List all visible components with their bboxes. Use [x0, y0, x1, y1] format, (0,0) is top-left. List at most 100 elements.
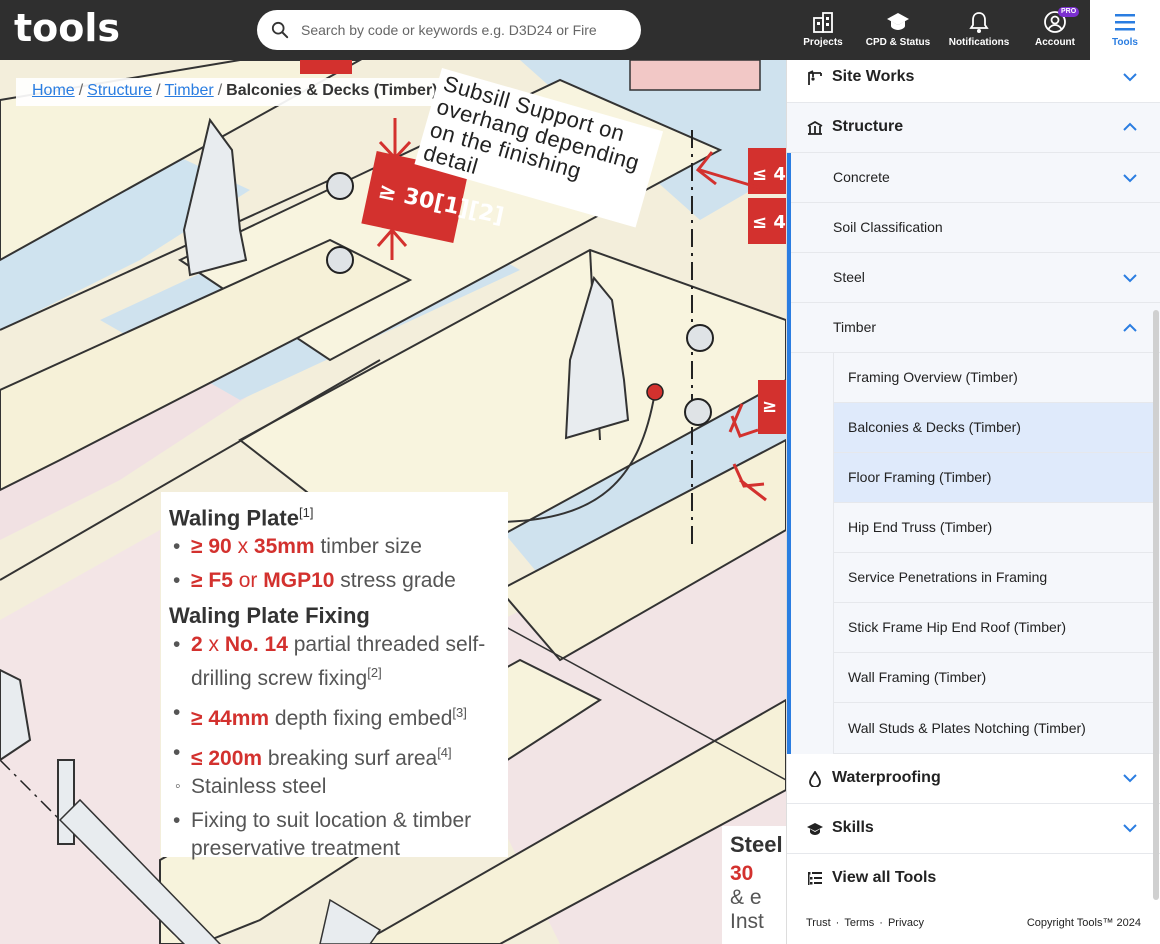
steel-note-line3: Inst [730, 910, 764, 933]
detail-illustration: ≥ 30[1][2] ≤ 4 ≤ 4 ≥ Home / Structure / Timb… [0, 60, 786, 944]
waling-plate-fixing-heading: Waling Plate Fixing [169, 603, 370, 629]
sidebar-item-concrete[interactable]: Concrete [791, 153, 1160, 203]
sidebar-item-label: Framing Overview (Timber) [848, 369, 1018, 385]
sidebar-item-label: Site Works [832, 68, 915, 85]
search-box[interactable] [257, 10, 641, 50]
sidebar-item-wall-studs-notching[interactable]: Wall Studs & Plates Notching (Timber) [833, 703, 1157, 754]
embed-spec: ≥ 44mm depth fixing embed[3] [169, 699, 500, 733]
nav-notifications-button[interactable]: Notifications [944, 0, 1014, 60]
sidebar-item-label: Service Penetrations in Framing [848, 569, 1048, 585]
structure-icon [807, 120, 823, 135]
sidebar-item-label: Structure [832, 118, 904, 135]
breadcrumb-timber-link[interactable]: Timber [165, 82, 214, 99]
nav-account-button[interactable]: PRO Account [1030, 0, 1080, 60]
footer-links: Trust · Terms · Privacy [806, 917, 925, 929]
chevron-up-icon[interactable] [1123, 323, 1137, 333]
search-input[interactable] [301, 18, 621, 42]
top-navigation-bar: tools Projects CPD & Status Notificati [0, 0, 1160, 60]
sidebar-item-label: Concrete [833, 169, 890, 185]
sidebar-item-hip-end-truss[interactable]: Hip End Truss (Timber) [833, 503, 1157, 553]
view-all-tools-label: View all Tools [832, 869, 937, 886]
sidebar-item-label: Skills [832, 819, 874, 836]
breadcrumb-separator: / [78, 82, 84, 99]
breadcrumb-structure-link[interactable]: Structure [87, 82, 152, 99]
droplet-icon [809, 771, 821, 787]
list-icon [808, 872, 822, 885]
breadcrumb-separator: / [156, 82, 161, 99]
nav-account-label: Account [1035, 37, 1075, 48]
sidebar-item-label: Waterproofing [832, 769, 941, 786]
treatment-spec: Fixing to suit location & timber preserv… [169, 807, 500, 863]
footer-link-terms[interactable]: Terms [844, 917, 874, 929]
sidebar-item-label: Timber [833, 319, 877, 335]
sidebar-item-label: Steel [833, 269, 865, 285]
screw-spec: 2 x No. 14 partial threaded self-drillin… [169, 631, 500, 693]
sidebar-item-label: Balconies & Decks (Timber) [848, 419, 1021, 435]
sidebar-item-site-works[interactable]: Site Works [787, 53, 1160, 103]
steel-note-title: Steel [730, 832, 783, 857]
sidebar-item-label: Hip End Truss (Timber) [848, 519, 993, 535]
nav-notifications-label: Notifications [948, 37, 1010, 48]
waling-plate-note: Waling Plate[1] ≥ 90 x 35mm timber size … [161, 492, 508, 860]
footer-link-trust[interactable]: Trust [806, 917, 831, 929]
timber-size-spec: ≥ 90 x 35mm timber size [169, 533, 500, 561]
sidebar-footer: Trust · Terms · Privacy Copyright Tools™ 202… [787, 914, 1160, 942]
bell-icon [969, 12, 989, 33]
waling-plate-heading: Waling Plate[1] [169, 505, 314, 531]
nav-cpd-status-label: CPD & Status [865, 37, 931, 48]
chevron-down-icon[interactable] [1123, 273, 1137, 283]
sidebar-item-label: Wall Studs & Plates Notching (Timber) [848, 720, 1086, 736]
tools-logo[interactable]: tools [14, 8, 124, 48]
sidebar-item-stick-frame-hip-end-roof[interactable]: Stick Frame Hip End Roof (Timber) [833, 603, 1157, 653]
sidebar-item-skills[interactable]: Skills [787, 804, 1160, 854]
sidebar-item-label: Stick Frame Hip End Roof (Timber) [848, 619, 1067, 635]
sidebar-item-timber[interactable]: Timber [791, 303, 1160, 353]
logo-text: tools [14, 8, 120, 48]
sidebar-item-label: Wall Framing (Timber) [848, 669, 987, 685]
search-icon [271, 21, 289, 39]
pro-badge: PRO [1058, 7, 1080, 17]
footer-link-privacy[interactable]: Privacy [888, 917, 924, 929]
sidebar-item-balconies-decks[interactable]: Balconies & Decks (Timber) [833, 403, 1157, 453]
breadcrumb-separator: / [217, 82, 223, 99]
nav-projects-button[interactable]: Projects [798, 0, 848, 60]
sidebar-scrollbar[interactable] [1153, 310, 1159, 900]
sidebar-item-wall-framing[interactable]: Wall Framing (Timber) [833, 653, 1157, 703]
nav-tools-button[interactable]: Tools [1090, 0, 1160, 60]
sidebar-item-steel[interactable]: Steel [791, 253, 1160, 303]
stainless-spec: Stainless steel [169, 773, 500, 801]
tools-sidebar: Site Works Structure Concrete Soil Class… [786, 60, 1160, 944]
waling-plate-specs: ≥ 90 x 35mm timber size ≥ F5 or MGP10 st… [169, 533, 500, 595]
steel-note-line2: & e [730, 886, 762, 909]
nav-cpd-status-button[interactable]: CPD & Status [862, 0, 934, 60]
chevron-down-icon[interactable] [1123, 823, 1137, 833]
breadcrumb-home-link[interactable]: Home [32, 82, 75, 99]
copyright-text: Copyright Tools™ 2024 [1026, 917, 1141, 929]
sidebar-item-label: Soil Classification [833, 219, 943, 235]
sidebar-item-soil-classification[interactable]: Soil Classification [791, 203, 1160, 253]
nav-projects-label: Projects [803, 37, 843, 48]
sidebar-item-service-penetrations[interactable]: Service Penetrations in Framing [833, 553, 1157, 603]
sidebar-item-framing-overview[interactable]: Framing Overview (Timber) [833, 353, 1157, 403]
steel-note-card: Steel 30 & e Inst [722, 826, 786, 944]
breadcrumb: Home / Structure / Timber / Balconies & Decks … [16, 78, 454, 106]
waling-plate-fixing-specs: 2 x No. 14 partial threaded self-drillin… [169, 631, 500, 863]
sidebar-item-structure[interactable]: Structure [787, 103, 1160, 153]
right-label-3: ≥ [762, 396, 777, 417]
steel-note-value: 30 [730, 862, 754, 885]
menu-icon [1115, 14, 1135, 31]
sidebar-item-floor-framing[interactable]: Floor Framing (Timber) [833, 453, 1157, 503]
chevron-down-icon[interactable] [1123, 773, 1137, 783]
chevron-up-icon[interactable] [1123, 122, 1137, 132]
nav-tools-label: Tools [1112, 37, 1138, 48]
right-label-1: ≤ 4 [752, 164, 786, 185]
graduation-cap-icon [807, 823, 823, 835]
chevron-down-icon[interactable] [1123, 72, 1137, 82]
graduation-cap-icon [887, 13, 909, 30]
sidebar-item-waterproofing[interactable]: Waterproofing [787, 754, 1160, 804]
sidebar-item-label: Floor Framing (Timber) [848, 469, 992, 485]
view-all-tools-link[interactable]: View all Tools [787, 854, 1160, 904]
projects-icon [813, 12, 833, 33]
stress-grade-spec: ≥ F5 or MGP10 stress grade [169, 567, 500, 595]
chevron-down-icon[interactable] [1123, 173, 1137, 183]
